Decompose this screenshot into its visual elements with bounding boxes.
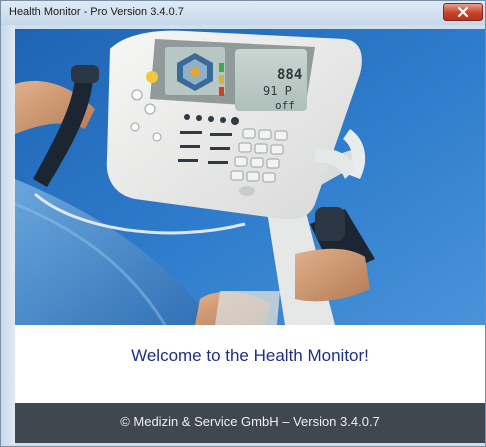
window-title: Health Monitor - Pro Version 3.4.0.7 — [9, 6, 184, 18]
footer-bar: © Medizin & Service GmbH – Version 3.4.0… — [15, 403, 485, 443]
welcome-message: Welcome to the Health Monitor! — [131, 346, 369, 365]
ergometer-illustration: 884 91 P off — [15, 29, 485, 325]
lcd-readout-2: 91 P — [263, 84, 292, 98]
close-icon — [457, 7, 469, 17]
welcome-band: Welcome to the Health Monitor! — [15, 325, 485, 403]
title-bar[interactable]: Health Monitor - Pro Version 3.4.0.7 — [1, 1, 485, 25]
background-window-edge — [1, 25, 15, 445]
splash-image: 884 91 P off — [15, 29, 485, 325]
lcd-readout-3: off — [275, 99, 295, 112]
copyright-text: © Medizin & Service GmbH – Version 3.4.0… — [120, 414, 380, 429]
right-hand — [295, 248, 370, 302]
lcd-readout-1: 884 — [277, 67, 302, 83]
close-button[interactable] — [443, 3, 483, 21]
splash-window: Health Monitor - Pro Version 3.4.0.7 884… — [0, 0, 486, 447]
